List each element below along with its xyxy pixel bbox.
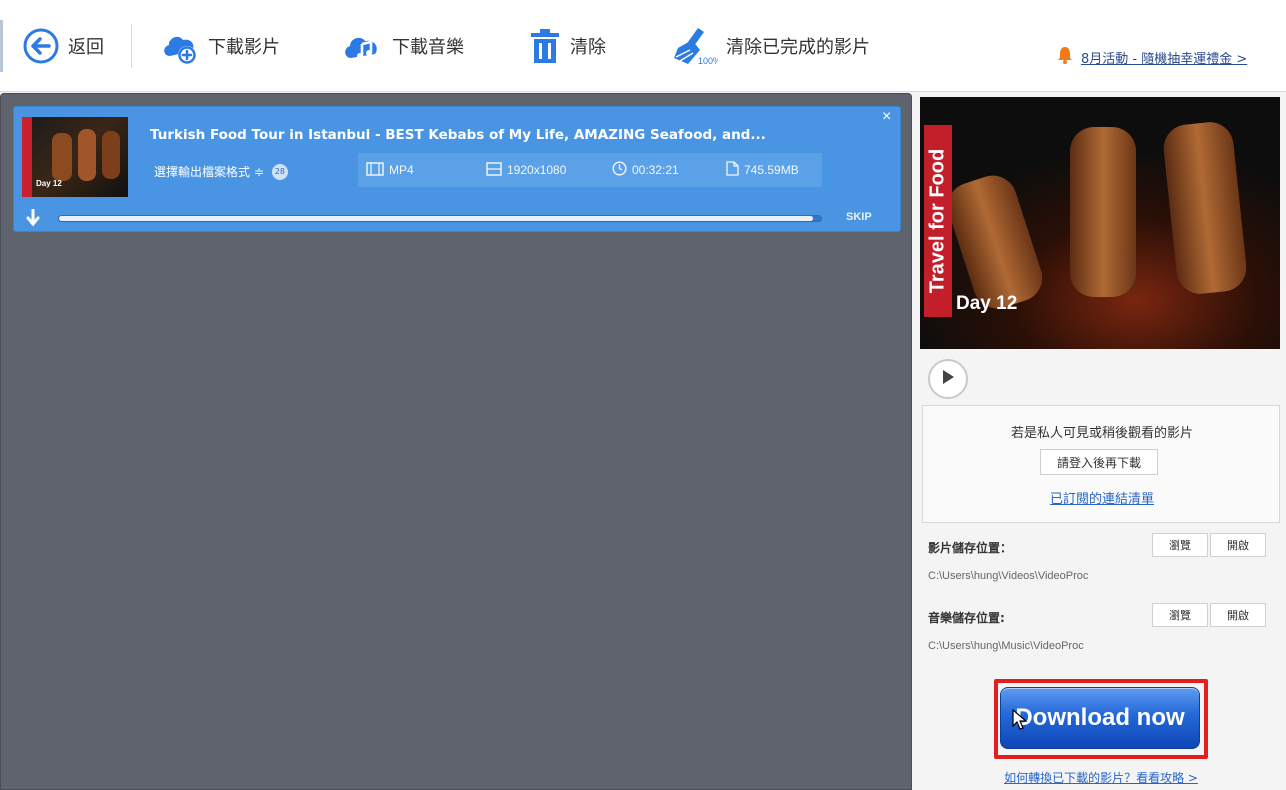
trash-icon [528,27,562,65]
download-queue-area: Day 12 Turkish Food Tour in Istanbul - B… [0,93,912,790]
task-meta-bar: MP4 1920x1080 00:32:21 745.59MB [358,153,822,187]
format-value: MP4 [389,163,414,177]
toolbar-separator [131,24,132,68]
format-info: MP4 [366,153,414,187]
clear-button[interactable]: 清除 [528,26,606,66]
download-now-button[interactable]: Download now [1000,687,1200,749]
close-icon[interactable]: × [882,107,891,127]
progress-fill [59,216,814,221]
back-label: 返回 [68,37,104,58]
preview-day-text: Day 12 [956,293,1018,314]
video-path-value: C:\Users\hung\Videos\VideoProc [928,570,1089,582]
music-browse-button[interactable]: 瀏覽 [1152,603,1208,627]
cloud-download-music-icon [342,26,384,66]
progress-row: SKIP [14,203,902,233]
download-video-button[interactable]: 下載影片 [160,26,280,66]
task-title: Turkish Food Tour in Istanbul - BEST Keb… [150,127,766,143]
thumb-day-label: Day 12 [36,179,62,188]
private-video-text: 若是私人可見或稍後觀看的影片 [1010,426,1193,441]
task-thumbnail: Day 12 [22,117,128,197]
size-value: 745.59MB [744,163,799,177]
resolution-info: 1920x1080 [486,153,566,187]
right-panel: Travel for Food Day 12 若是私人可見或稍後觀看的影片 請登… [916,93,1286,790]
bell-icon [1057,46,1073,68]
clear-completed-button[interactable]: 100% 清除已完成的影片 [672,26,870,66]
subscribed-links-link[interactable]: 已訂閱的連結清單 [923,488,1281,507]
duration-value: 00:32:21 [632,163,679,177]
video-preview[interactable]: Travel for Food Day 12 [920,97,1280,349]
back-button[interactable]: 返回 [22,26,104,66]
download-progress-bar [58,215,822,222]
music-open-button[interactable]: 開啟 [1210,603,1266,627]
music-path-label: 音樂儲存位置: [928,611,1005,625]
toolbar: 返回 下載影片 下載音樂 清除 100 清除已完成的影片 8月活動 - 隨機抽幸… [0,0,1286,92]
video-path-label: 影片儲存位置： [928,541,1013,555]
video-open-button[interactable]: 開啟 [1210,533,1266,557]
toolbar-left-rule [0,20,3,72]
play-button[interactable] [928,359,968,399]
film-icon [366,161,389,179]
mouse-cursor-icon [1012,708,1028,736]
preview-side-text: Travel for Food [926,148,949,294]
size-info: 745.59MB [726,153,799,187]
format-count-badge: 28 [271,163,288,180]
clock-icon [612,161,632,179]
resolution-icon [486,161,507,179]
resolution-value: 1920x1080 [507,163,567,177]
svg-text:100%: 100% [698,56,718,66]
download-music-button[interactable]: 下載音樂 [342,26,464,66]
download-arrow-icon [26,208,40,232]
back-arrow-icon [22,27,60,65]
output-format-label: 選擇輸出檔案格式 ≑ [154,165,264,179]
login-download-button[interactable]: 請登入後再下載 [1040,449,1158,475]
file-icon [726,161,744,179]
download-music-label: 下載音樂 [392,37,464,58]
promo-text: 8月活動 - 隨機抽幸運禮金 > [1081,51,1248,67]
clear-completed-label: 清除已完成的影片 [726,37,870,58]
private-video-box: 若是私人可見或稍後觀看的影片 請登入後再下載 已訂閱的連結清單 [922,405,1280,523]
promo-link[interactable]: 8月活動 - 隨機抽幸運禮金 > [1057,46,1247,68]
output-format-select[interactable]: 選擇輸出檔案格式 ≑ 28 [154,163,288,180]
download-task-card[interactable]: Day 12 Turkish Food Tour in Istanbul - B… [13,106,901,232]
conversion-guide-link[interactable]: 如何轉換已下載的影片？看看攻略 > [916,769,1286,786]
video-browse-button[interactable]: 瀏覽 [1152,533,1208,557]
download-video-label: 下載影片 [208,37,280,58]
play-icon [940,368,956,391]
music-path-value: C:\Users\hung\Music\VideoProc [928,640,1084,652]
skip-button[interactable]: SKIP [846,211,872,223]
clear-label: 清除 [570,37,606,58]
duration-info: 00:32:21 [612,153,679,187]
broom-icon: 100% [672,26,718,66]
cloud-download-video-icon [160,26,200,66]
